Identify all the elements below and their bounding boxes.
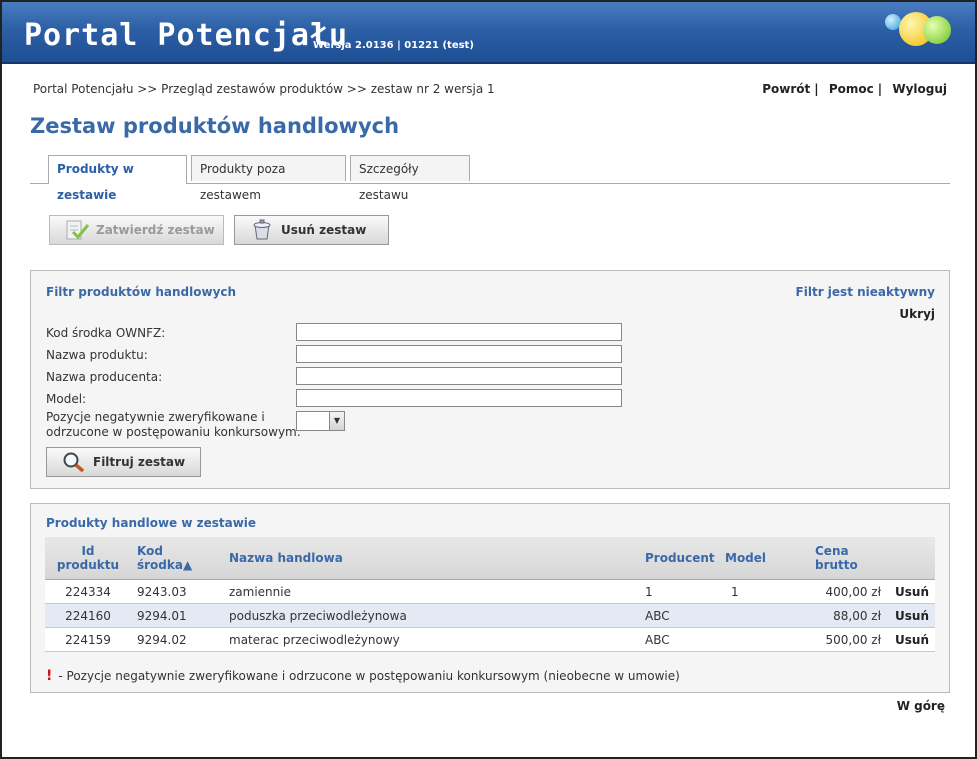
producer-input[interactable] (296, 367, 622, 385)
remove-row-link[interactable]: Usuń (887, 579, 935, 604)
cell-model: 1 (725, 579, 809, 604)
cell-code: 9243.03 (131, 579, 217, 604)
product-name-input[interactable] (296, 345, 622, 363)
delete-set-button[interactable]: Usuń zestaw (234, 215, 389, 245)
dropdown-arrow-icon: ▼ (329, 412, 344, 430)
approve-set-label: Zatwierdź zestaw (96, 223, 215, 237)
col-header-trade-name[interactable]: Nazwa handlowa (217, 537, 639, 580)
cell-model (725, 603, 809, 628)
cell-price: 400,00 zł (809, 579, 887, 604)
col-header-actions (887, 537, 935, 580)
app-title: Portal Potencjału (24, 18, 349, 53)
cell-price: 500,00 zł (809, 627, 887, 652)
checkmark-document-icon (64, 219, 90, 241)
logout-link[interactable]: Wyloguj (892, 82, 947, 96)
model-label: Model: (46, 392, 87, 406)
cell-id: 224159 (45, 627, 131, 652)
approve-set-button[interactable]: Zatwierdź zestaw (49, 215, 224, 245)
filter-panel: Filtr produktów handlowych Filtr jest ni… (30, 270, 950, 489)
cell-price: 88,00 zł (809, 603, 887, 628)
legend: ! - Pozycje negatywnie zweryfikowane i od… (46, 668, 680, 684)
tab-set-details[interactable]: Szczegóły zestawu (350, 155, 470, 202)
exclamation-icon: ! (46, 668, 53, 684)
table-header-row: Id produktu Kod środka▲ Nazwa handlowa Pro… (45, 537, 935, 580)
remove-row-link[interactable]: Usuń (887, 627, 935, 652)
table-row: 224159 9294.02 materac przeciwodleżynowy… (45, 627, 935, 652)
cell-id: 224334 (45, 579, 131, 604)
cell-trade-name: poduszka przeciwodleżynowa (217, 603, 639, 628)
filter-title: Filtr produktów handlowych (46, 285, 237, 299)
producer-label: Nazwa producenta: (46, 370, 163, 384)
cell-producer: ABC (639, 603, 725, 628)
version-info: Wersja 2.0136 | 01221 (test) (313, 40, 474, 51)
app-window: Portal Potencjału Wersja 2.0136 | 01221 … (0, 0, 977, 759)
products-title: Produkty handlowe w zestawie (46, 516, 257, 530)
breadcrumb: Portal Potencjału >> Przegląd zestawów p… (33, 82, 495, 96)
legend-text: - Pozycje negatywnie zweryfikowane i odr… (58, 669, 680, 683)
hide-filter-link[interactable]: Ukryj (899, 307, 935, 321)
product-name-label: Nazwa produktu: (46, 348, 148, 362)
cell-trade-name: materac przeciwodleżynowy (217, 627, 639, 652)
delete-set-label: Usuń zestaw (281, 223, 367, 237)
page-title: Zestaw produktów handlowych (30, 114, 400, 138)
negative-positions-label-line1: Pozycje negatywnie zweryfikowane i (46, 410, 265, 424)
cell-code: 9294.01 (131, 603, 217, 628)
tab-bar: Produkty w zestawie Produkty poza zestaw… (30, 155, 950, 202)
code-input[interactable] (296, 323, 622, 341)
cell-trade-name: zamiennie (217, 579, 639, 604)
filter-set-button[interactable]: Filtruj zestaw (46, 447, 201, 477)
products-panel: Produkty handlowe w zestawie Id produktu … (30, 503, 950, 693)
back-link[interactable]: Powrót (762, 82, 810, 96)
remove-row-link[interactable]: Usuń (887, 603, 935, 628)
cell-model (725, 627, 809, 652)
header-bar: Portal Potencjału Wersja 2.0136 | 01221 … (2, 2, 975, 64)
top-links: Powrót | Pomoc | Wyloguj (762, 82, 947, 96)
products-table: Id produktu Kod środka▲ Nazwa handlowa Pro… (45, 537, 935, 652)
table-row: 224334 9243.03 zamiennie 1 1 400,00 zł U… (45, 579, 935, 604)
help-link[interactable]: Pomoc (829, 82, 874, 96)
tab-products-in-set[interactable]: Produkty w zestawie (48, 155, 187, 202)
col-header-producer[interactable]: Producent (639, 537, 725, 580)
cell-producer: ABC (639, 627, 725, 652)
model-input[interactable] (296, 389, 622, 407)
logo-bubbles-icon (885, 8, 955, 58)
code-label: Kod środka OWNFZ: (46, 326, 166, 340)
col-header-id[interactable]: Id produktu (45, 537, 131, 580)
cell-producer: 1 (639, 579, 725, 604)
trash-can-icon (249, 219, 275, 241)
tab-products-outside-set[interactable]: Produkty poza zestawem (191, 155, 346, 202)
negative-positions-select[interactable]: ▼ (296, 411, 345, 431)
filter-set-label: Filtruj zestaw (93, 455, 186, 469)
back-to-top-link[interactable]: W górę (897, 699, 945, 713)
table-row: 224160 9294.01 poduszka przeciwodleżynow… (45, 603, 935, 628)
negative-positions-label-line2: odrzucone w postępowaniu konkursowym: (46, 425, 301, 439)
col-header-gross-price[interactable]: Cena brutto (809, 537, 887, 580)
cell-id: 224160 (45, 603, 131, 628)
magnifier-icon (61, 451, 87, 473)
col-header-code[interactable]: Kod środka▲ (131, 537, 217, 580)
cell-code: 9294.02 (131, 627, 217, 652)
filter-status: Filtr jest nieaktywny (795, 285, 935, 299)
col-header-model[interactable]: Model (725, 537, 809, 580)
